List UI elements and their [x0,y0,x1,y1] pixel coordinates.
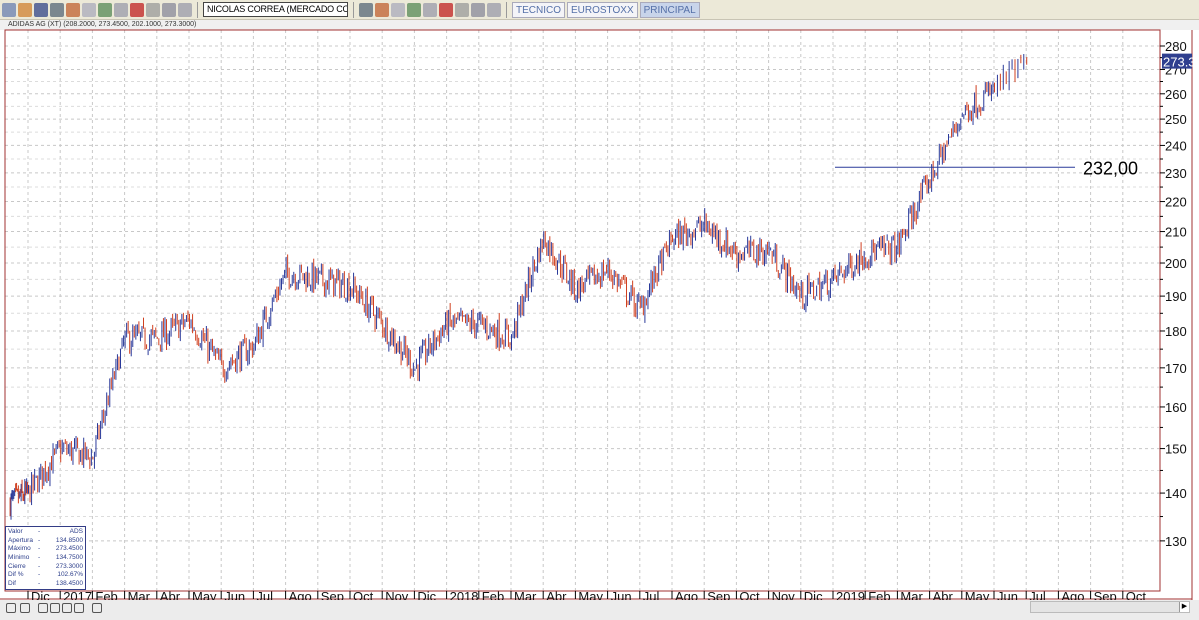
price-chart[interactable]: 2802702602502402302202102001901801701601… [0,0,1199,600]
x-tick-label: Jul [256,589,273,600]
x-tick-label: Dic [804,589,823,600]
zoom-area-icon[interactable] [50,603,60,613]
x-tick-label: May [578,589,603,600]
x-tick-label: Oct [353,589,374,600]
info-dash: - [38,545,41,553]
x-tick-label: 2017 [63,589,92,600]
zoom-out-icon[interactable] [62,603,72,613]
x-tick-label: Nov [385,589,409,600]
x-tick-label: Sep [321,589,344,600]
info-key: Máximo [8,545,31,553]
y-tick-label: 230 [1165,166,1187,181]
x-tick-label: Mar [514,589,537,600]
x-tick-label: Dic [31,589,50,600]
info-dash: - [38,562,41,570]
x-tick-label: Abr [160,589,181,600]
y-tick-label: 160 [1165,400,1187,415]
y-tick-label: 200 [1165,256,1187,271]
y-tick-label: 180 [1165,324,1187,339]
x-tick-label: 2019 [836,589,865,600]
x-tick-label: Jul [1029,589,1046,600]
x-tick-label: Mar [128,589,151,600]
y-tick-label: 250 [1165,112,1187,127]
x-tick-label: Jun [611,589,632,600]
info-dash: - [38,528,41,535]
info-value: 134.7500 [55,554,83,562]
x-tick-label: Jun [224,589,245,600]
zoom-in-icon[interactable] [74,603,84,613]
info-row: Valor - ADS [8,528,83,537]
info-key: Dif [8,580,16,588]
y-tick-label: 140 [1165,486,1187,501]
info-key: Cierre [8,562,26,570]
x-tick-label: Mar [900,589,923,600]
info-key: Apertura [8,536,33,544]
y-tick-label: 170 [1165,361,1187,376]
scroll-right-icon[interactable]: ▶ [1179,602,1189,612]
x-tick-label: Feb [482,589,504,600]
info-row: Mínimo - 134.7500 [8,554,83,563]
crosshair-icon[interactable] [38,603,48,613]
info-value: 273.3000 [55,562,83,570]
info-value: 102.67% [57,571,83,579]
info-row: Dif - 138.4500 [8,580,83,589]
x-tick-label: Abr [933,589,954,600]
status-bar [0,600,1199,620]
info-dash: - [38,554,41,562]
x-tick-label: Nov [772,589,796,600]
info-value: 134.8500 [55,536,83,544]
fit-icon[interactable] [20,603,30,613]
info-row: Dif % - 102.67% [8,571,83,580]
x-tick-label: Oct [739,589,760,600]
horizontal-scrollbar[interactable]: ▶ [1030,601,1190,613]
x-tick-label: May [192,589,217,600]
info-row: Máximo - 273.4500 [8,545,83,554]
y-tick-label: 190 [1165,289,1187,304]
x-tick-label: Dic [417,589,436,600]
info-row: Apertura - 134.8500 [8,537,83,546]
y-tick-label: 130 [1165,534,1187,549]
x-tick-label: Sep [707,589,730,600]
x-tick-label: Oct [1126,589,1147,600]
x-tick-label: Feb [868,589,890,600]
info-key: Valor [8,528,23,535]
x-tick-label: Feb [95,589,117,600]
y-tick-label: 220 [1165,195,1187,210]
info-key: Mínimo [8,554,30,562]
settings-icon[interactable] [6,603,16,613]
y-tick-label: 240 [1165,138,1187,153]
info-dash: - [38,536,41,544]
x-tick-label: Jun [997,589,1018,600]
y-tick-label: 260 [1165,87,1187,102]
x-tick-label: Ago [675,589,698,600]
info-key: Dif % [8,571,24,579]
info-box: Valor - ADS Apertura -134.8500 Máximo -273.450… [5,526,86,590]
info-row: Cierre - 273.3000 [8,563,83,572]
x-tick-label: Jul [643,589,660,600]
x-tick-label: 2018 [450,589,479,600]
y-tick-label: 280 [1165,39,1187,54]
info-value: 273.4500 [55,545,83,553]
y-tick-label: 210 [1165,225,1187,240]
x-tick-label: Abr [546,589,567,600]
horizontal-line-label: 232,00 [1083,158,1138,178]
x-tick-label: May [965,589,990,600]
info-value: 138.4500 [55,580,83,588]
chart-background [0,30,1199,600]
info-dash: - [38,580,41,588]
y-tick-label: 150 [1165,442,1187,457]
x-tick-label: Ago [289,589,312,600]
last-price-label: 273.3 [1163,55,1196,70]
scroll-left-icon[interactable] [92,603,102,613]
info-dash: - [38,571,41,579]
x-tick-label: Ago [1061,589,1084,600]
info-value: ADS [69,528,83,535]
x-tick-label: Sep [1094,589,1117,600]
